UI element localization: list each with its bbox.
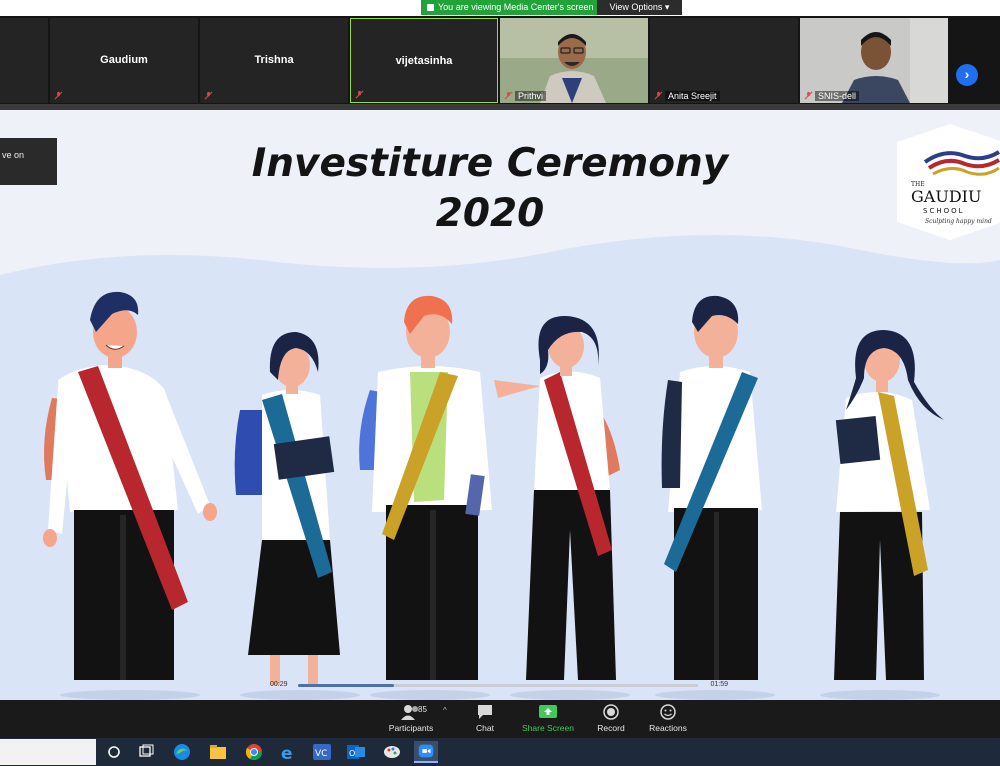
participant-label: Prithvi — [515, 91, 547, 101]
svg-text:O: O — [349, 749, 355, 758]
chat-button[interactable]: Chat — [450, 703, 520, 733]
participants-count: 85 — [418, 705, 427, 714]
chevron-down-icon: ▾ — [664, 2, 670, 12]
school-logo: THE GAUDIU SCHOOL Sculpting happy mind — [897, 124, 1000, 240]
participant-tile-prithvi[interactable]: Prithvi — [500, 18, 648, 103]
top-bar: You are viewing Media Center's screen Vi… — [0, 0, 1000, 16]
muted-mic-icon — [654, 91, 663, 100]
participant-tile-trishna[interactable]: Trishna — [200, 18, 348, 103]
chrome-icon[interactable] — [242, 741, 266, 763]
participant-tile-partial[interactable] — [0, 18, 48, 103]
muted-mic-icon — [804, 91, 813, 100]
task-view-icon[interactable] — [134, 741, 158, 763]
video-progress-fill — [298, 684, 394, 687]
muted-mic-icon — [204, 91, 213, 100]
video-progress-track[interactable] — [298, 684, 698, 687]
next-page-button[interactable]: › — [956, 64, 978, 86]
participant-tile-gaudium[interactable]: Gaudium — [50, 18, 198, 103]
outlook-icon[interactable]: O — [344, 741, 368, 763]
tooltip-text: ve on — [2, 150, 25, 160]
participant-name: Gaudium — [100, 54, 148, 66]
record-label: Record — [597, 723, 625, 733]
view-options-label: View Options — [609, 2, 663, 12]
shared-screen: Investiture Ceremony 2020 ve on THE GAUD… — [0, 110, 1000, 700]
participant-name: vijetasinha — [395, 55, 453, 67]
participant-label: Anita Sreejit — [665, 91, 720, 101]
zoom-icon[interactable] — [414, 741, 438, 763]
zoom-meeting-window: { "banner": { "viewing_text": "You are v… — [0, 0, 1000, 766]
participant-strip: Gaudium Trishna vijetasinha Prithvi Anit… — [0, 16, 1000, 104]
participants-button[interactable]: 85 Participants — [376, 703, 446, 733]
slide-title: Investiture Ceremony — [251, 141, 729, 186]
edge-icon[interactable] — [170, 741, 194, 763]
taskbar-search-box[interactable] — [0, 739, 96, 765]
reactions-label: Reactions — [649, 723, 687, 733]
muted-mic-icon — [355, 90, 364, 99]
viewing-screen-banner[interactable]: You are viewing Media Center's screen — [421, 0, 597, 15]
share-screen-icon — [539, 705, 557, 718]
muted-mic-icon — [54, 91, 63, 100]
share-screen-label: Share Screen — [522, 723, 574, 733]
participant-tile-anita-sreejit[interactable]: Anita Sreejit — [650, 18, 798, 103]
video-elapsed: 00:29 — [270, 681, 288, 688]
share-status-icon — [427, 4, 434, 11]
slide-year: 2020 — [435, 191, 545, 236]
participant-tile-vijetasinha[interactable]: vijetasinha — [350, 18, 498, 103]
overlay-tooltip: ve on — [0, 138, 57, 185]
participant-name: Trishna — [254, 54, 294, 66]
internet-explorer-icon[interactable]: e — [276, 741, 300, 763]
vc-app-icon[interactable]: VC — [310, 741, 334, 763]
participant-label: SNIS-dell — [815, 91, 860, 101]
view-options-button[interactable]: View Options ▾ — [597, 0, 682, 15]
logo-school: SCHOOL — [923, 207, 965, 215]
logo-name: GAUDIU — [911, 187, 981, 206]
participants-caret-icon[interactable]: ^ — [443, 706, 447, 715]
video-scrubber[interactable]: 00:29 01:59 — [268, 678, 730, 700]
meeting-controls: 85 Participants ^ Chat Share Screen Reco… — [0, 700, 1000, 738]
file-explorer-icon[interactable] — [206, 741, 230, 763]
start-circle-icon[interactable] — [102, 741, 126, 763]
svg-text:e: e — [281, 744, 293, 763]
share-screen-button[interactable]: Share Screen — [513, 703, 583, 733]
paint-icon[interactable] — [380, 741, 404, 763]
reactions-icon — [660, 704, 676, 720]
video-duration: 01:59 — [710, 681, 728, 688]
chat-icon — [478, 705, 492, 719]
windows-taskbar: e VC O — [0, 738, 1000, 766]
chat-label: Chat — [476, 723, 494, 733]
participants-label: Participants — [388, 723, 434, 733]
participant-tile-snis-dell[interactable]: SNIS-dell — [800, 18, 948, 103]
viewing-screen-text: You are viewing Media Center's screen — [438, 2, 594, 12]
record-icon — [603, 704, 619, 720]
logo-tagline: Sculpting happy mind — [925, 218, 992, 225]
reactions-button[interactable]: Reactions — [633, 703, 703, 733]
muted-mic-icon — [504, 91, 513, 100]
svg-text:VC: VC — [315, 749, 327, 759]
chevron-right-icon: › — [964, 66, 970, 82]
